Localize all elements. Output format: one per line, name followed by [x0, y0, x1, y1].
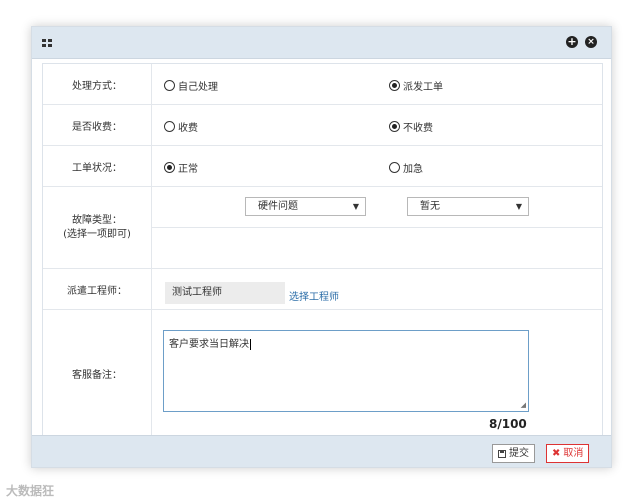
watermark: 大数据狂 — [6, 484, 55, 498]
radio-urgent[interactable]: 加急 — [389, 160, 423, 175]
radio-circle[interactable] — [389, 80, 400, 91]
char-count: 8/100 — [489, 417, 527, 431]
remarks-row: 客服备注： 客户要求当日解决 ◢ 8/100 — [43, 310, 602, 436]
select-value: 硬件问题 — [258, 201, 298, 212]
fault-type-select[interactable]: 硬件问题 ▼ — [245, 197, 366, 216]
resize-handle-icon[interactable]: ◢ — [521, 401, 526, 409]
radio-circle[interactable] — [164, 80, 175, 91]
handling-label: 处理方式： — [43, 64, 152, 104]
radio-normal[interactable]: 正常 — [164, 160, 198, 175]
add-icon[interactable]: + — [566, 36, 578, 48]
engineer-label: 派遣工程师： — [43, 269, 152, 309]
handling-row: 处理方式： 自己处理 派发工单 — [43, 64, 602, 105]
remarks-textarea[interactable]: 客户要求当日解决 ◢ — [163, 330, 529, 412]
radio-dispatch[interactable]: 派发工单 — [389, 78, 443, 93]
dropdown-arrow-icon: ▼ — [352, 202, 359, 211]
grid-icon — [42, 39, 52, 47]
radio-circle[interactable] — [164, 121, 175, 132]
radio-label: 不收费 — [403, 123, 433, 134]
radio-circle[interactable] — [389, 162, 400, 173]
select-value: 暂无 — [420, 201, 440, 212]
radio-circle[interactable] — [389, 121, 400, 132]
radio-label: 正常 — [178, 164, 198, 175]
close-icon[interactable]: × — [585, 36, 597, 48]
status-row: 工单状况： 正常 加急 — [43, 146, 602, 187]
dialog: + × 处理方式： 自己处理 派发工单 是否收费： 收费 不收费 工单状况： 正… — [31, 26, 612, 468]
fault-row: 故障类型： (选择一项即可) 硬件问题 ▼ 暂无 ▼ — [43, 187, 602, 269]
fee-label: 是否收费： — [43, 105, 152, 145]
dropdown-arrow-icon: ▼ — [515, 202, 522, 211]
form-area: 处理方式： 自己处理 派发工单 是否收费： 收费 不收费 工单状况： 正常 加急… — [42, 63, 603, 437]
engineer-row: 派遣工程师： 测试工程师 选择工程师 — [43, 269, 602, 310]
textarea-text: 客户要求当日解决 — [169, 339, 249, 350]
radio-label: 收费 — [178, 123, 198, 134]
cancel-label: 取消 — [563, 448, 584, 459]
cancel-button[interactable]: ✖ 取消 — [546, 444, 590, 463]
text-caret — [250, 338, 251, 350]
engineer-field: 测试工程师 — [165, 282, 285, 304]
radio-label: 自己处理 — [178, 82, 218, 93]
submit-label: 提交 — [509, 448, 529, 459]
dialog-titlebar: + × — [32, 27, 611, 59]
dialog-footer: 提交 ✖ 取消 — [32, 435, 611, 467]
radio-self-handle[interactable]: 自己处理 — [164, 78, 218, 93]
divider — [152, 227, 602, 228]
radio-charge[interactable]: 收费 — [164, 119, 198, 134]
radio-label: 派发工单 — [403, 82, 443, 93]
radio-label: 加急 — [403, 164, 423, 175]
submit-button[interactable]: 提交 — [492, 444, 535, 463]
close-x-icon: ✖ — [552, 448, 561, 459]
status-label: 工单状况： — [43, 146, 152, 186]
fee-row: 是否收费： 收费 不收费 — [43, 105, 602, 146]
fault-label: 故障类型： (选择一项即可) — [43, 187, 152, 268]
radio-circle[interactable] — [164, 162, 175, 173]
radio-no-charge[interactable]: 不收费 — [389, 119, 433, 134]
remarks-label: 客服备注： — [43, 310, 152, 436]
select-engineer-link[interactable]: 选择工程师 — [289, 288, 339, 303]
save-icon — [498, 449, 506, 458]
fault-subtype-select[interactable]: 暂无 ▼ — [407, 197, 529, 216]
